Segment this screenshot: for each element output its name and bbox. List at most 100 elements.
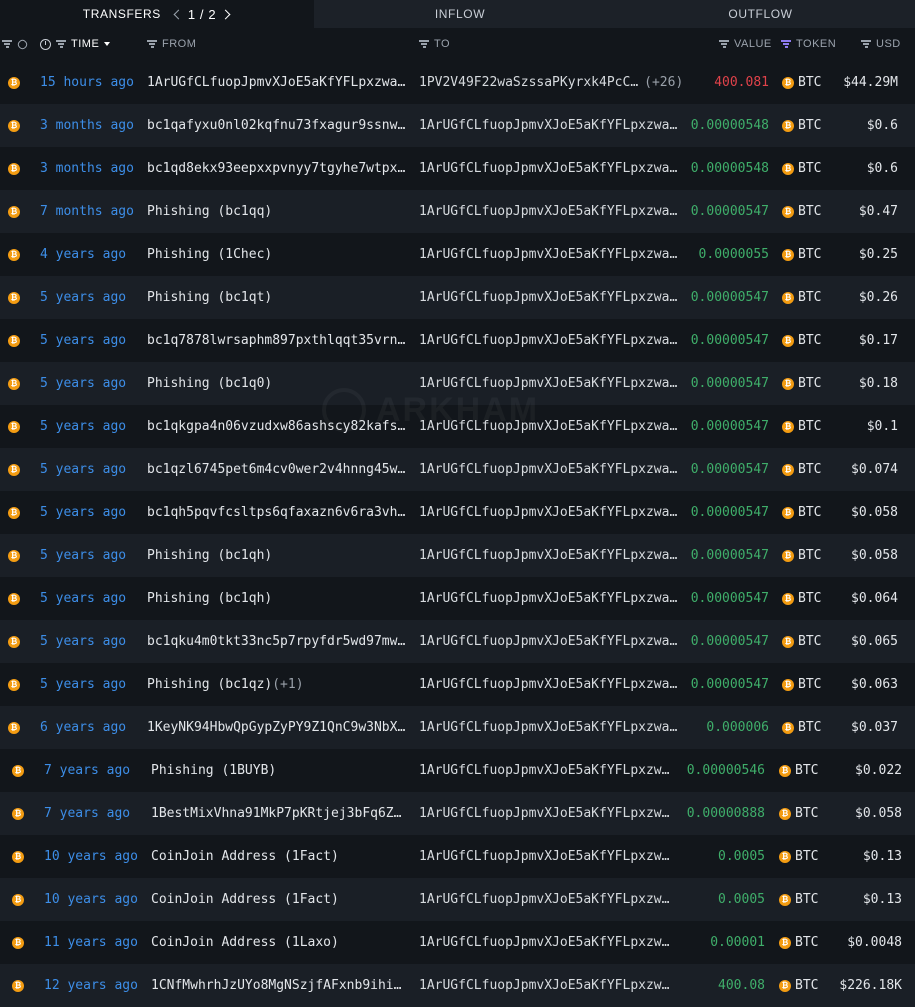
row-time[interactable]: 5 years ago — [40, 620, 144, 663]
row-from[interactable]: Phishing (1Chec) — [147, 233, 409, 276]
table-row[interactable]: ₿ 4 years ago Phishing (1Chec) 1ArUGfCLfuop… — [0, 233, 915, 276]
row-to[interactable]: 1ArUGfCLfuopJpmvXJoE5aKfYFLpxzwa… — [419, 233, 681, 276]
table-row[interactable]: ₿ 5 years ago Phishing (bc1qh) 1ArUGfCLfuop… — [0, 577, 915, 620]
row-to[interactable]: 1ArUGfCLfuopJpmvXJoE5aKfYFLpxzwa… — [419, 319, 681, 362]
filter-icon[interactable] — [2, 40, 12, 48]
table-row[interactable]: ₿ 7 years ago 1BestMixVhna91MkP7pKRtjej3bF… — [0, 792, 915, 835]
table-row[interactable]: ₿ 5 years ago Phishing (bc1qh) 1ArUGfCLfuop… — [0, 534, 915, 577]
row-from[interactable]: 1ArUGfCLfuopJpmvXJoE5aKfYFLpxzwa… — [147, 61, 409, 104]
table-row[interactable]: ₿ 3 months ago bc1qd8ekx93eepxxpvnyy7tgyhe… — [0, 147, 915, 190]
row-from[interactable]: Phishing (1BUYB) — [151, 749, 413, 792]
row-to[interactable]: 1ArUGfCLfuopJpmvXJoE5aKfYFLpxzw… — [419, 921, 669, 964]
row-from[interactable]: bc1qzl6745pet6m4cv0wer2v4hnng45w… — [147, 448, 409, 491]
table-row[interactable]: ₿ 3 months ago bc1qafyxu0nl02kqfnu73fxagur… — [0, 104, 915, 147]
header-time[interactable]: TIME — [40, 28, 111, 60]
row-from[interactable]: 1CNfMwhrhJzUYo8MgNSzjfAFxnb9ihi… — [151, 964, 413, 1007]
row-to[interactable]: 1ArUGfCLfuopJpmvXJoE5aKfYFLpxzw… — [419, 835, 669, 878]
time-filter-icon[interactable] — [56, 40, 66, 48]
table-row[interactable]: ₿ 10 years ago CoinJoin Address (1Fact) 1Ar… — [0, 835, 915, 878]
row-to[interactable]: 1ArUGfCLfuopJpmvXJoE5aKfYFLpxzw… — [419, 878, 669, 921]
row-time[interactable]: 5 years ago — [40, 405, 144, 448]
header-filter-all[interactable] — [2, 28, 12, 60]
row-to[interactable]: 1ArUGfCLfuopJpmvXJoE5aKfYFLpxzwa… — [419, 706, 681, 749]
usd-filter-icon[interactable] — [861, 40, 871, 48]
row-from[interactable]: bc1qd8ekx93eepxxpvnyy7tgyhe7wtpx… — [147, 147, 409, 190]
row-from[interactable]: CoinJoin Address (1Laxo) — [151, 921, 413, 964]
row-from[interactable]: Phishing (bc1qh) — [147, 577, 409, 620]
row-from[interactable]: CoinJoin Address (1Fact) — [151, 878, 413, 921]
row-time[interactable]: 12 years ago — [44, 964, 148, 1007]
row-time[interactable]: 6 years ago — [40, 706, 144, 749]
row-time[interactable]: 5 years ago — [40, 534, 144, 577]
header-usd[interactable]: USD — [861, 28, 901, 60]
row-time[interactable]: 11 years ago — [44, 921, 148, 964]
from-filter-icon[interactable] — [147, 40, 157, 48]
row-from[interactable]: bc1qafyxu0nl02kqfnu73fxagur9ssnw… — [147, 104, 409, 147]
row-to[interactable]: 1ArUGfCLfuopJpmvXJoE5aKfYFLpxzwa… — [419, 190, 681, 233]
link-icon[interactable] — [16, 37, 29, 51]
row-time[interactable]: 3 months ago — [40, 147, 144, 190]
row-to[interactable]: 1ArUGfCLfuopJpmvXJoE5aKfYFLpxzwa… — [419, 577, 681, 620]
row-to[interactable]: 1ArUGfCLfuopJpmvXJoE5aKfYFLpxzwa… — [419, 104, 681, 147]
row-to[interactable]: 1ArUGfCLfuopJpmvXJoE5aKfYFLpxzwa… — [419, 534, 681, 577]
row-time[interactable]: 3 months ago — [40, 104, 144, 147]
table-row[interactable]: ₿ 5 years ago bc1qh5pqvfcsltps6qfaxazn6v6r… — [0, 491, 915, 534]
row-time[interactable]: 15 hours ago — [40, 61, 144, 104]
row-from[interactable]: bc1q7878lwrsaphm897pxthlqqt35vrn… — [147, 319, 409, 362]
row-time[interactable]: 5 years ago — [40, 276, 144, 319]
header-value[interactable]: VALUE — [719, 28, 772, 60]
row-to[interactable]: 1ArUGfCLfuopJpmvXJoE5aKfYFLpxzwa… — [419, 448, 681, 491]
row-to[interactable]: 1ArUGfCLfuopJpmvXJoE5aKfYFLpxzwa… — [419, 663, 681, 706]
table-row[interactable]: ₿ 11 years ago CoinJoin Address (1Laxo) 1Ar… — [0, 921, 915, 964]
table-row[interactable]: ₿ 15 hours ago 1ArUGfCLfuopJpmvXJoE5aKfYFL… — [0, 61, 915, 104]
row-to[interactable]: 1ArUGfCLfuopJpmvXJoE5aKfYFLpxzwa… — [419, 147, 681, 190]
row-from[interactable]: 1KeyNK94HbwQpGypZyPY9Z1QnC9w3NbX… — [147, 706, 409, 749]
row-from[interactable]: bc1qku4m0tkt33nc5p7rpyfdr5wd97mw… — [147, 620, 409, 663]
row-from[interactable]: CoinJoin Address (1Fact) — [151, 835, 413, 878]
table-row[interactable]: ₿ 7 months ago Phishing (bc1qq) 1ArUGfCLfuo… — [0, 190, 915, 233]
chevron-left-icon[interactable] — [173, 9, 184, 19]
row-to[interactable]: 1ArUGfCLfuopJpmvXJoE5aKfYFLpxzw… — [419, 964, 669, 1007]
table-row[interactable]: ₿ 5 years ago bc1qzl6745pet6m4cv0wer2v4hnn… — [0, 448, 915, 491]
row-from-extra[interactable]: (+1) — [272, 677, 303, 692]
row-time[interactable]: 5 years ago — [40, 663, 144, 706]
row-time[interactable]: 5 years ago — [40, 362, 144, 405]
row-time[interactable]: 5 years ago — [40, 577, 144, 620]
row-time[interactable]: 5 years ago — [40, 448, 144, 491]
tab-inflow[interactable]: INFLOW — [314, 0, 606, 28]
row-time[interactable]: 7 years ago — [44, 792, 148, 835]
row-time[interactable]: 5 years ago — [40, 319, 144, 362]
row-from[interactable]: Phishing (bc1qz) (+1) — [147, 663, 409, 706]
header-to[interactable]: TO — [419, 28, 450, 60]
table-row[interactable]: ₿ 7 years ago Phishing (1BUYB) 1ArUGfCLfuop… — [0, 749, 915, 792]
table-row[interactable]: ₿ 10 years ago CoinJoin Address (1Fact) 1Ar… — [0, 878, 915, 921]
row-to[interactable]: 1ArUGfCLfuopJpmvXJoE5aKfYFLpxzwa… — [419, 276, 681, 319]
row-to[interactable]: 1ArUGfCLfuopJpmvXJoE5aKfYFLpxzw… — [419, 792, 669, 835]
row-time[interactable]: 7 years ago — [44, 749, 148, 792]
row-to[interactable]: 1PV2V49F22waSzssaPKyrxk4PcC… (+26) — [419, 61, 681, 104]
row-from[interactable]: 1BestMixVhna91MkP7pKRtjej3bFq6Z… — [151, 792, 413, 835]
row-time[interactable]: 5 years ago — [40, 491, 144, 534]
tab-outflow[interactable]: OUTFLOW — [606, 0, 915, 28]
row-to[interactable]: 1ArUGfCLfuopJpmvXJoE5aKfYFLpxzwa… — [419, 491, 681, 534]
sort-down-icon[interactable] — [104, 42, 111, 46]
row-from[interactable]: Phishing (bc1qt) — [147, 276, 409, 319]
to-filter-icon[interactable] — [419, 40, 429, 48]
table-row[interactable]: ₿ 5 years ago bc1qku4m0tkt33nc5p7rpyfdr5wd… — [0, 620, 915, 663]
row-to[interactable]: 1ArUGfCLfuopJpmvXJoE5aKfYFLpxzwa… — [419, 620, 681, 663]
row-from[interactable]: Phishing (bc1qh) — [147, 534, 409, 577]
table-row[interactable]: ₿ 5 years ago bc1q7878lwrsaphm897pxthlqqt3… — [0, 319, 915, 362]
header-link[interactable] — [16, 28, 29, 60]
table-row[interactable]: ₿ 5 years ago Phishing (bc1qz) (+1) 1ArUGfCL… — [0, 663, 915, 706]
table-row[interactable]: ₿ 12 years ago 1CNfMwhrhJzUYo8MgNSzjfAFxnb… — [0, 964, 915, 1007]
table-row[interactable]: ₿ 5 years ago Phishing (bc1qt) 1ArUGfCLfuop… — [0, 276, 915, 319]
row-from[interactable]: Phishing (bc1qq) — [147, 190, 409, 233]
header-from[interactable]: FROM — [147, 28, 196, 60]
row-to[interactable]: 1ArUGfCLfuopJpmvXJoE5aKfYFLpxzw… — [419, 749, 669, 792]
tab-transfers[interactable]: TRANSFERS 1 / 2 — [0, 0, 314, 28]
chevron-right-icon[interactable] — [220, 9, 231, 19]
row-time[interactable]: 10 years ago — [44, 878, 148, 921]
row-time[interactable]: 7 months ago — [40, 190, 144, 233]
row-time[interactable]: 4 years ago — [40, 233, 144, 276]
value-filter-icon[interactable] — [719, 40, 729, 48]
